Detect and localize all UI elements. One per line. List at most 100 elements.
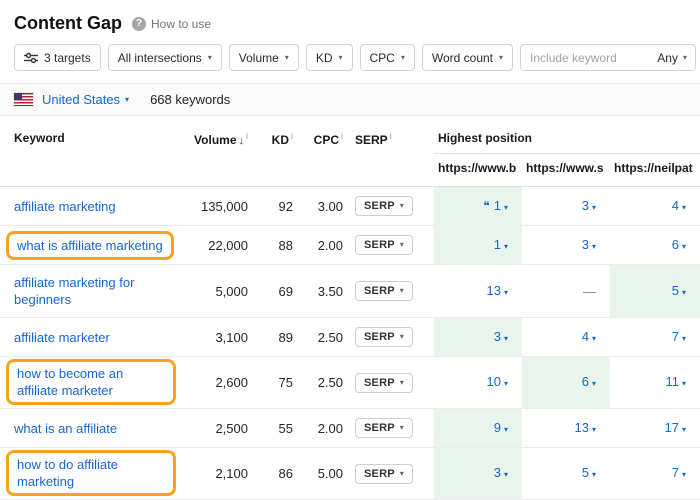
serp-dropdown-button[interactable]: SERP▾ — [355, 327, 413, 347]
position-value[interactable]: 13 — [575, 420, 589, 435]
position-value[interactable]: 17 — [665, 420, 679, 435]
chevron-down-icon: ▾ — [400, 470, 404, 478]
keyword-link[interactable]: affiliate marketer — [14, 329, 110, 346]
chevron-down-icon: ▾ — [592, 379, 596, 388]
info-icon: i — [246, 131, 248, 141]
targets-label: 3 targets — [44, 51, 91, 65]
position-value[interactable]: 1 — [494, 198, 501, 213]
table-row: what is an affiliate2,500552.00SERP▾9▾13… — [0, 409, 700, 448]
serp-cell: SERP▾ — [345, 187, 434, 226]
kd-filter-dropdown[interactable]: KD ▾ — [306, 44, 353, 71]
position-value[interactable]: 7 — [672, 329, 679, 344]
position-cell: 3▾ — [434, 448, 522, 500]
toolbar: 3 targets All intersections ▾ Volume ▾ K… — [0, 42, 700, 83]
position-value[interactable]: 10 — [487, 374, 501, 389]
kd-cell: 89 — [250, 318, 295, 357]
position-cell: 7▾ — [610, 448, 700, 500]
targets-button[interactable]: 3 targets — [14, 44, 101, 71]
serp-dropdown-button[interactable]: SERP ▾ — [355, 235, 413, 255]
kd-cell: 86 — [250, 448, 295, 500]
column-header-kd[interactable]: KDi — [250, 116, 295, 187]
chevron-down-icon: ▾ — [400, 241, 404, 249]
intersections-dropdown[interactable]: All intersections ▾ — [108, 44, 222, 71]
cpc-cell: 2.00 — [295, 409, 345, 448]
include-keyword-input[interactable] — [521, 51, 649, 65]
position-value[interactable]: 9 — [494, 420, 501, 435]
cpc-cell: 3.00 — [295, 187, 345, 226]
info-icon: i — [390, 131, 392, 141]
cpc-filter-dropdown[interactable]: CPC ▾ — [360, 44, 415, 71]
chevron-down-icon: ▾ — [682, 379, 686, 388]
keyword-link-highlighted[interactable]: how to become an affiliate marketer — [6, 359, 176, 405]
column-header-keyword[interactable]: Keyword — [0, 116, 178, 187]
chevron-down-icon: ▾ — [592, 242, 596, 251]
column-header-serp[interactable]: SERPi — [345, 116, 434, 187]
serp-dropdown-button[interactable]: SERP▾ — [355, 418, 413, 438]
info-icon: i — [291, 131, 293, 141]
volume-filter-dropdown[interactable]: Volume ▾ — [229, 44, 299, 71]
position-value[interactable]: 6 — [672, 237, 679, 252]
kd-cell: 55 — [250, 409, 295, 448]
sort-desc-icon: ↓ — [239, 135, 245, 147]
serp-dropdown-button[interactable]: SERP▾ — [355, 464, 413, 484]
table-row: what is affiliate marketing22,000882.00S… — [0, 226, 700, 265]
target-url-header-2[interactable]: https://www.s — [522, 154, 610, 187]
position-value[interactable]: 1 — [494, 237, 501, 252]
word-count-filter-label: Word count — [432, 51, 493, 65]
any-label: Any — [657, 51, 678, 65]
column-header-cpc[interactable]: CPCi — [295, 116, 345, 187]
target-url-header-1[interactable]: https://www.b — [434, 154, 522, 187]
keyword-cell: how to become an affiliate marketer — [0, 357, 178, 409]
column-header-volume[interactable]: Volume↓i — [178, 116, 250, 187]
how-to-use-link[interactable]: ? How to use — [132, 17, 211, 31]
serp-dropdown-button[interactable]: SERP▾ — [355, 281, 413, 301]
keyword-link-highlighted[interactable]: how to do affiliate marketing — [6, 450, 176, 496]
position-value[interactable]: 6 — [582, 374, 589, 389]
position-value[interactable]: 5 — [582, 465, 589, 480]
serp-button-label: SERP — [364, 422, 395, 434]
serp-cell: SERP▾ — [345, 409, 434, 448]
position-value[interactable]: 4 — [582, 329, 589, 344]
position-value[interactable]: 5 — [672, 283, 679, 298]
position-cell: 4▾ — [522, 318, 610, 357]
position-cell: 3▾ — [522, 187, 610, 226]
position-value[interactable]: 3 — [582, 237, 589, 252]
keyword-link-highlighted[interactable]: what is affiliate marketing — [6, 231, 174, 260]
volume-filter-label: Volume — [239, 51, 279, 65]
position-cell: 11▾ — [610, 357, 700, 409]
any-dropdown[interactable]: Any ▾ — [649, 51, 695, 65]
country-selector[interactable]: United States ▾ — [42, 92, 129, 107]
keyword-cell: what is an affiliate — [0, 409, 178, 448]
chevron-down-icon: ▾ — [682, 470, 686, 479]
keyword-link[interactable]: affiliate marketing for beginners — [14, 274, 168, 308]
chevron-down-icon: ▾ — [285, 54, 289, 62]
position-cell: 10▾ — [434, 357, 522, 409]
chevron-down-icon: ▾ — [400, 379, 404, 387]
chevron-down-icon: ▾ — [504, 470, 508, 479]
serp-cell: SERP▾ — [345, 357, 434, 409]
position-value[interactable]: 4 — [672, 198, 679, 213]
keywords-table: Keyword Volume↓i KDi CPCi SERPi Highest … — [0, 116, 700, 500]
sliders-icon — [24, 52, 38, 64]
position-value[interactable]: 11 — [666, 374, 680, 389]
keyword-cell: affiliate marketing — [0, 187, 178, 226]
serp-button-label: SERP — [364, 239, 395, 251]
target-url-header-3[interactable]: https://neilpat — [610, 154, 700, 187]
position-value[interactable]: 13 — [487, 283, 501, 298]
chevron-down-icon: ▾ — [592, 334, 596, 343]
serp-dropdown-button[interactable]: SERP▾ — [355, 196, 413, 216]
chevron-down-icon: ▾ — [504, 425, 508, 434]
keyword-link[interactable]: affiliate marketing — [14, 198, 116, 215]
serp-dropdown-button[interactable]: SERP▾ — [355, 373, 413, 393]
table-row: affiliate marketing135,000923.00SERP▾❝1▾… — [0, 187, 700, 226]
word-count-filter-dropdown[interactable]: Word count ▾ — [422, 44, 513, 71]
chevron-down-icon: ▾ — [400, 202, 404, 210]
position-value[interactable]: 3 — [494, 465, 501, 480]
keyword-link[interactable]: what is an affiliate — [14, 420, 117, 437]
position-value[interactable]: 7 — [672, 465, 679, 480]
position-value[interactable]: 3 — [582, 198, 589, 213]
table-row: how to do affiliate marketing2,100865.00… — [0, 448, 700, 500]
position-cell: — — [522, 265, 610, 318]
keyword-cell: affiliate marketing for beginners — [0, 265, 178, 318]
position-value[interactable]: 3 — [494, 329, 501, 344]
